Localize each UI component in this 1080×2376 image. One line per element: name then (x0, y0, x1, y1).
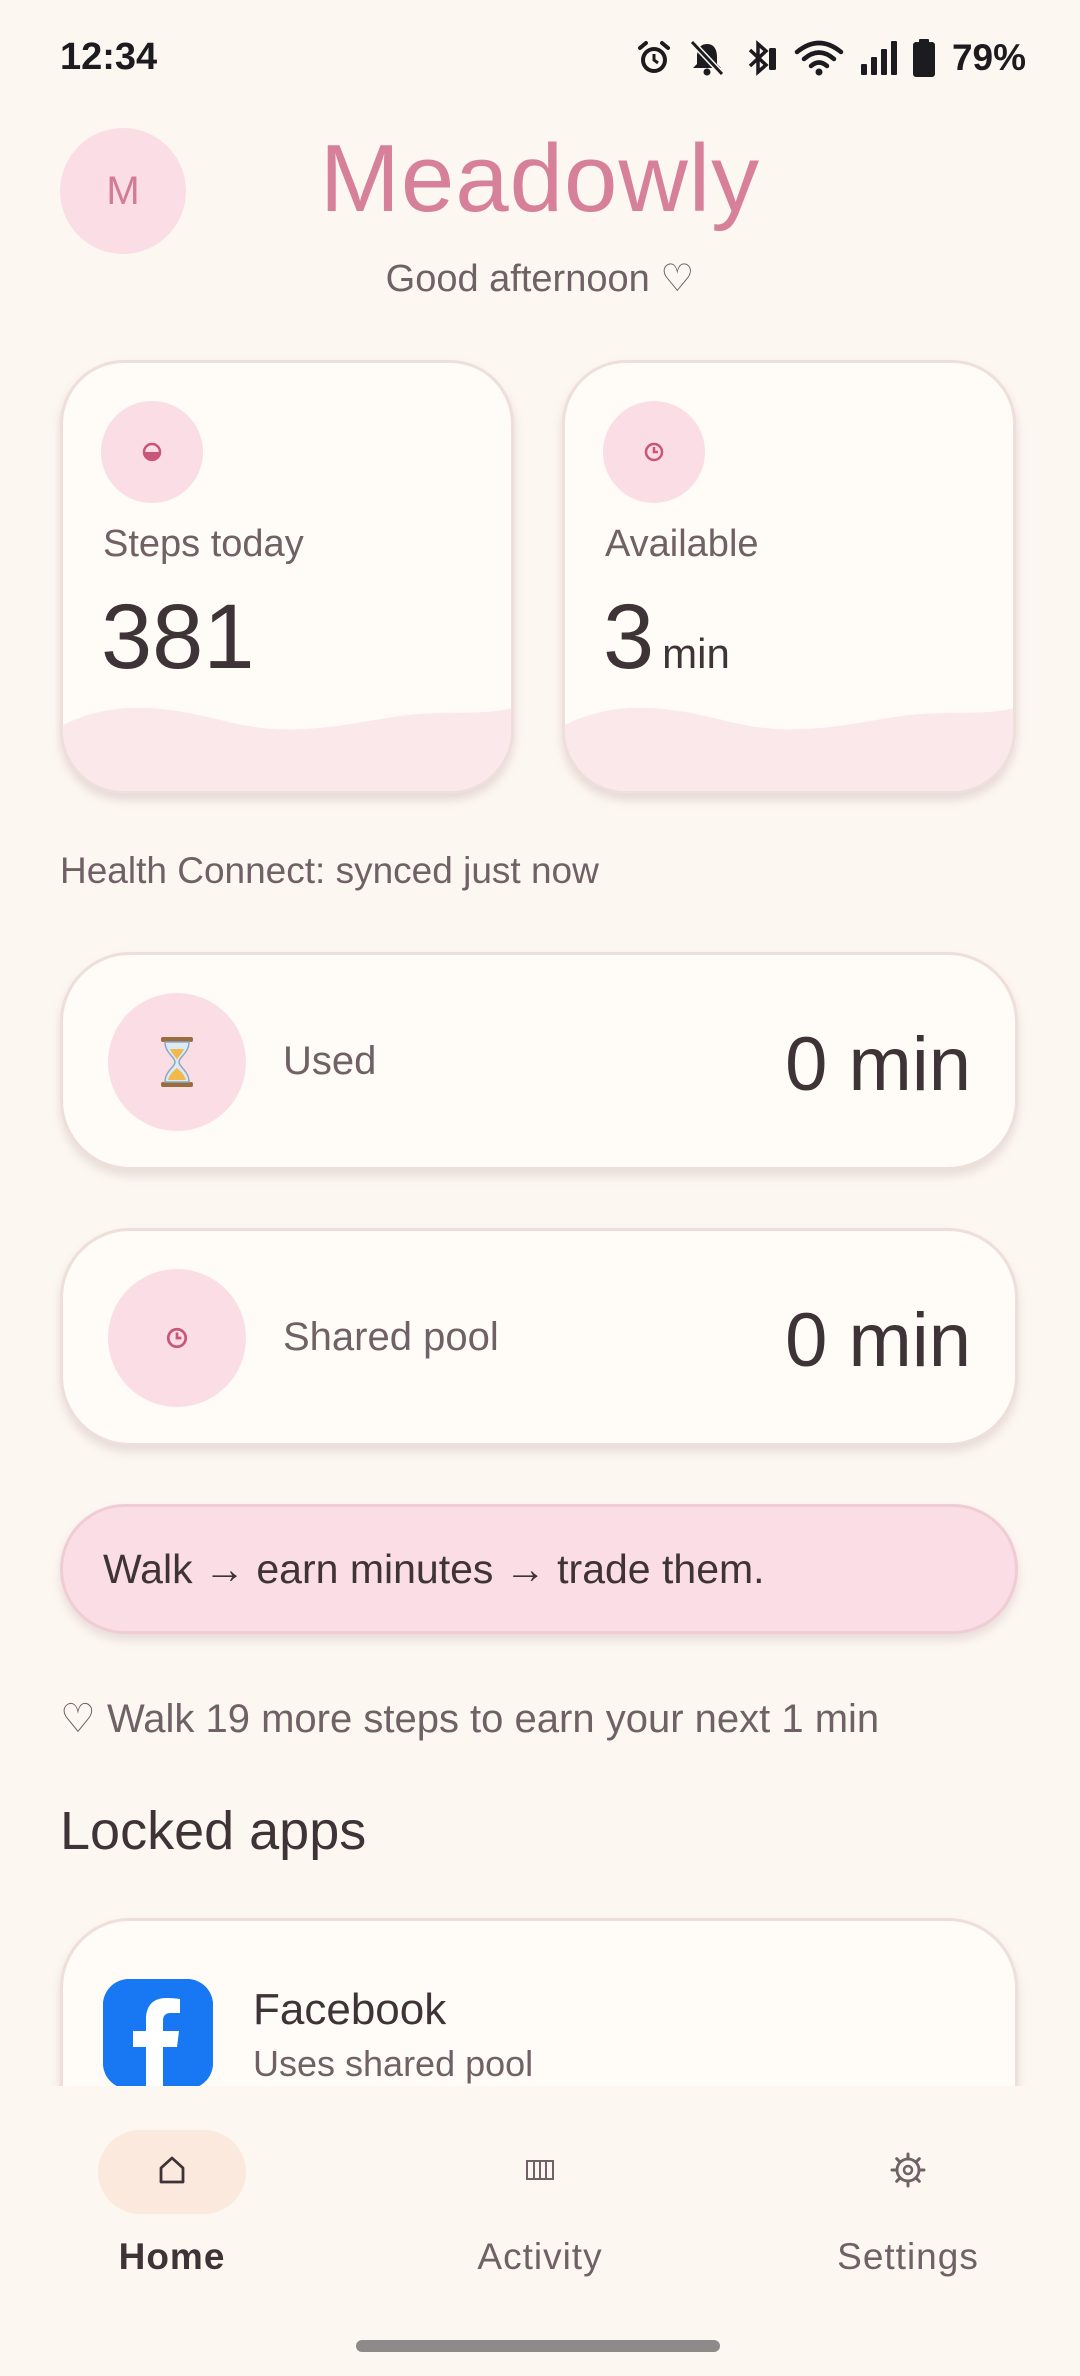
facebook-icon (103, 1979, 213, 2089)
next-minute-hint: ♡ Walk 19 more steps to earn your next 1… (60, 1697, 880, 1741)
steps-card[interactable]: Steps today 381 (60, 360, 514, 794)
steps-value: 381 (101, 586, 255, 688)
shared-pool-value: 0 min (785, 1298, 971, 1383)
battery-icon (912, 38, 936, 78)
hourglass-icon (108, 993, 246, 1131)
locked-apps-title: Locked apps (60, 1801, 367, 1861)
available-label: Available (605, 523, 759, 565)
nav-icon-wrap (466, 2130, 614, 2214)
clock-icon (603, 401, 705, 503)
sync-status: Health Connect: synced just now (60, 850, 599, 891)
bars-icon (523, 2153, 557, 2192)
app-subtitle: Uses shared pool (253, 2043, 534, 2084)
home-gesture-bar[interactable] (356, 2340, 720, 2352)
greeting: Good afternoon ♡ (385, 258, 695, 300)
bottom-navigation: Home Activity Settings (0, 2086, 1080, 2376)
banner-text: Walk → earn minutes → trade them. (103, 1545, 765, 1592)
alarm-icon (634, 38, 674, 78)
bell-off-icon (688, 38, 726, 78)
home-icon (155, 2153, 189, 2192)
status-icons: 79% (634, 34, 1026, 82)
shared-pool-label: Shared pool (283, 1315, 499, 1359)
battery-percent: 79% (951, 37, 1026, 78)
nav-icon-wrap (834, 2130, 982, 2214)
used-value: 0 min (785, 1022, 971, 1107)
available-unit: min (662, 630, 730, 677)
steps-label: Steps today (103, 523, 304, 565)
nav-label-home: Home (118, 2236, 226, 2277)
info-banner: Walk → earn minutes → trade them. (60, 1504, 1018, 1634)
nav-label-activity: Activity (477, 2236, 603, 2277)
gear-icon (889, 2151, 927, 2194)
bluetooth-icon (740, 38, 780, 78)
decorative-wave (63, 707, 511, 791)
available-value: 3 (603, 586, 655, 688)
nav-item-home[interactable]: Home (50, 2130, 290, 2300)
nav-indicator (98, 2130, 246, 2214)
half-circle-icon (101, 401, 203, 503)
status-bar: 12:34 79% (0, 0, 1080, 120)
wifi-icon (794, 38, 844, 78)
app-name: Facebook (253, 1985, 447, 2034)
clock-icon (108, 1269, 246, 1407)
used-card[interactable]: Used 0 min (60, 952, 1018, 1170)
nav-item-activity[interactable]: Activity (418, 2130, 658, 2300)
available-value-row: 3 min (603, 591, 730, 683)
shared-pool-card[interactable]: Shared pool 0 min (60, 1228, 1018, 1446)
signal-icon (858, 38, 898, 78)
nav-label-settings: Settings (837, 2236, 979, 2277)
nav-item-settings[interactable]: Settings (786, 2130, 1026, 2300)
home-screen: 12:34 79% M Meadowly Good afternoon ♡ St… (0, 0, 1080, 2376)
status-time: 12:34 (60, 36, 158, 78)
available-card[interactable]: Available 3 min (562, 360, 1016, 794)
app-title: Meadowly (319, 125, 761, 232)
decorative-wave (565, 707, 1013, 791)
used-label: Used (283, 1039, 377, 1083)
